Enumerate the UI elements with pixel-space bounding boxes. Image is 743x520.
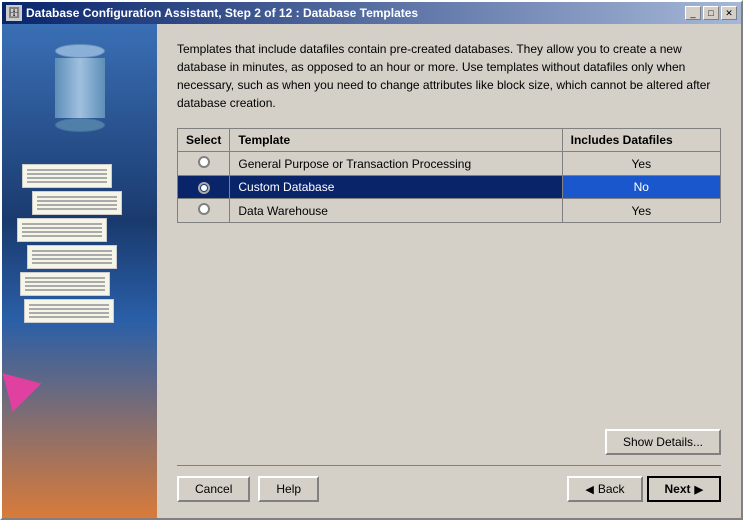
col-datafiles: Includes Datafiles: [562, 129, 720, 152]
buttons-row: Cancel Help ◀ Back Next ▶: [177, 465, 721, 502]
right-buttons: ◀ Back Next ▶: [567, 476, 721, 502]
row-general-datafiles: Yes: [562, 152, 720, 176]
col-template: Template: [230, 129, 562, 152]
arrow-icon: [7, 368, 42, 408]
next-arrow-icon: ▶: [695, 483, 703, 496]
next-label: Next: [665, 482, 691, 496]
table-row: Data Warehouse Yes: [178, 199, 721, 223]
row-warehouse-template[interactable]: Data Warehouse: [230, 199, 562, 223]
row-warehouse-datafiles: Yes: [562, 199, 720, 223]
paper-doc-6: [24, 299, 114, 323]
back-label: Back: [598, 482, 625, 496]
radio-custom-dot: [201, 185, 207, 191]
show-details-button[interactable]: Show Details...: [605, 429, 721, 455]
row-custom-datafiles: No: [562, 176, 720, 199]
back-arrow-icon: ◀: [585, 483, 593, 496]
back-button[interactable]: ◀ Back: [567, 476, 642, 502]
radio-warehouse[interactable]: [198, 203, 210, 215]
template-table: Select Template Includes Datafiles Gener…: [177, 128, 721, 223]
table-header-row: Select Template Includes Datafiles: [178, 129, 721, 152]
minimize-button[interactable]: _: [685, 6, 701, 20]
row-warehouse-select[interactable]: [178, 199, 230, 223]
pink-arrow: [2, 364, 46, 412]
titlebar: 🗄 Database Configuration Assistant, Step…: [2, 2, 741, 24]
cylinder-body: [55, 58, 105, 118]
next-button[interactable]: Next ▶: [647, 476, 721, 502]
table-row: General Purpose or Transaction Processin…: [178, 152, 721, 176]
close-button[interactable]: ✕: [721, 6, 737, 20]
radio-custom[interactable]: [198, 182, 210, 194]
radio-general[interactable]: [198, 156, 210, 168]
database-cylinder-icon: [55, 44, 105, 132]
cylinder-bottom: [55, 118, 105, 132]
bottom-area: Show Details... Cancel Help ◀ Back: [177, 429, 721, 502]
paper-doc-5: [20, 272, 110, 296]
description-text: Templates that include datafiles contain…: [177, 40, 721, 112]
main-content: Templates that include datafiles contain…: [2, 24, 741, 518]
paper-doc-4: [27, 245, 117, 269]
window-title: Database Configuration Assistant, Step 2…: [26, 6, 418, 20]
window-icon: 🗄: [6, 5, 22, 21]
row-general-template[interactable]: General Purpose or Transaction Processin…: [230, 152, 562, 176]
row-custom-select[interactable]: [178, 176, 230, 199]
paper-doc-2: [32, 191, 122, 215]
titlebar-buttons: _ □ ✕: [685, 6, 737, 20]
full-content-wrapper: Templates that include datafiles contain…: [177, 40, 721, 502]
sidebar: [2, 24, 157, 518]
row-general-select[interactable]: [178, 152, 230, 176]
maximize-button[interactable]: □: [703, 6, 719, 20]
col-select: Select: [178, 129, 230, 152]
help-button[interactable]: Help: [258, 476, 319, 502]
cancel-button[interactable]: Cancel: [177, 476, 250, 502]
table-row-selected: Custom Database No: [178, 176, 721, 199]
left-buttons: Cancel Help: [177, 476, 319, 502]
row-custom-template[interactable]: Custom Database: [230, 176, 562, 199]
show-details-row: Show Details...: [177, 429, 721, 455]
titlebar-left: 🗄 Database Configuration Assistant, Step…: [6, 5, 418, 21]
paper-doc-1: [22, 164, 112, 188]
cylinder-top: [55, 44, 105, 58]
document-papers: [12, 164, 147, 326]
paper-doc-3: [17, 218, 107, 242]
content-area: Templates that include datafiles contain…: [157, 24, 741, 518]
main-window: 🗄 Database Configuration Assistant, Step…: [0, 0, 743, 520]
